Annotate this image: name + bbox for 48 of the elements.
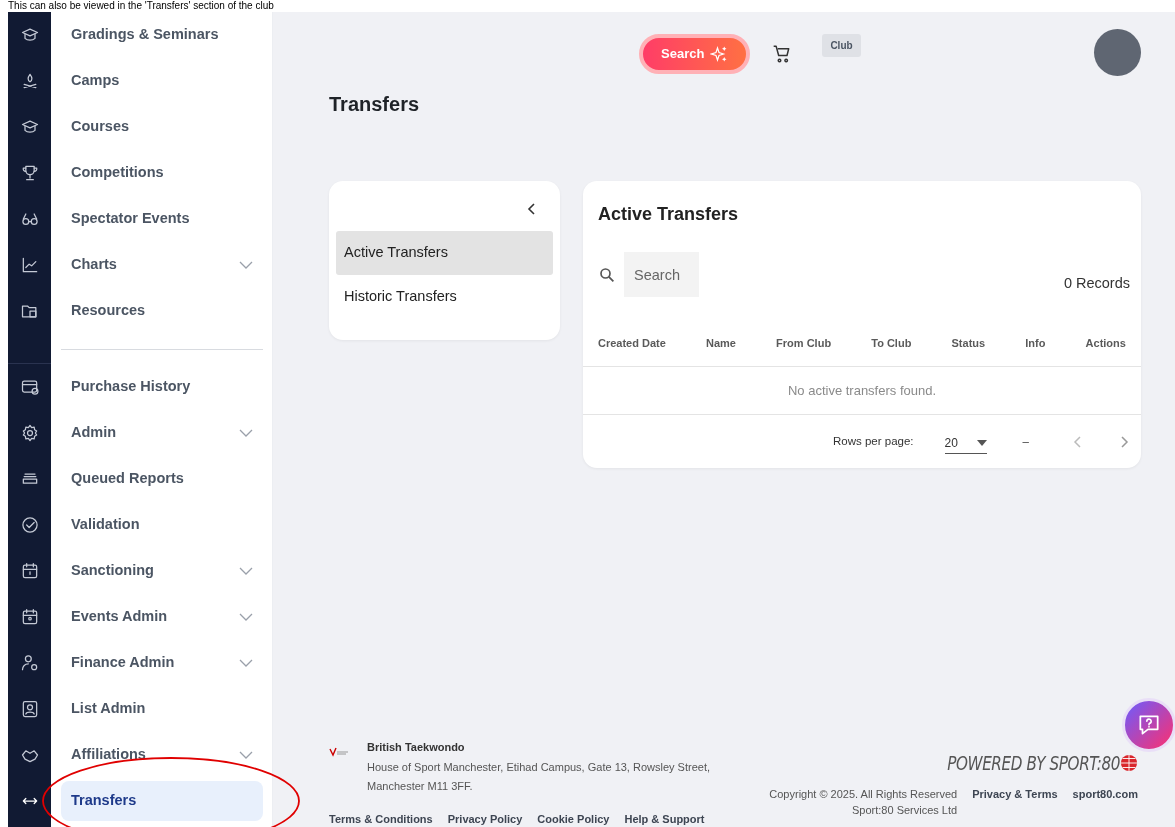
address-line: Manchester M11 3FF. <box>367 779 474 794</box>
column-header: To Club <box>870 336 913 351</box>
column-header: From Club <box>775 336 833 351</box>
sidebar-item[interactable]: Admin <box>61 410 263 456</box>
records-count: 0 Records <box>1063 273 1130 293</box>
footer-link[interactable]: Help & Support <box>624 810 705 827</box>
footer-link[interactable]: Cookie Policy <box>537 810 610 827</box>
sidebar-item[interactable]: Validation <box>61 502 263 548</box>
sidebar-item[interactable]: Charts <box>61 242 263 288</box>
sidebar-item[interactable]: Affiliations <box>61 732 263 778</box>
empty-message: No active transfers found. <box>583 365 1141 415</box>
sidebar-item[interactable]: Camps <box>61 58 263 104</box>
sidebar-item[interactable]: Courses <box>61 104 263 150</box>
sidebar-item[interactable]: Events Admin <box>61 594 263 640</box>
page-range: – <box>1022 433 1029 449</box>
search-field[interactable]: Search <box>624 252 699 297</box>
address-line: House of Sport Manchester, Etihad Campus, Gate 13, Rowsley Street, <box>367 759 710 775</box>
company-name: Sport:80 Services Ltd <box>851 803 958 818</box>
sidebar-item[interactable]: Competitions <box>61 150 263 196</box>
sidebar-item[interactable]: Spectator Events <box>61 196 263 242</box>
footer-link[interactable]: Privacy Policy <box>447 810 523 827</box>
column-header: Name <box>705 336 737 351</box>
submenu-item[interactable]: Active Transfers <box>336 231 553 275</box>
card-title: Active Transfers <box>597 203 740 226</box>
column-header: Info <box>1024 336 1047 351</box>
sidebar-item[interactable]: Finance Admin <box>61 640 263 686</box>
page-title: Transfers <box>329 92 421 116</box>
sidebar-item[interactable]: Sanctioning <box>61 548 263 594</box>
sidebar-item[interactable]: Purchase History <box>61 364 263 410</box>
sidebar-item[interactable]: Queued Reports <box>61 456 263 502</box>
caption-text: This can also be viewed in the 'Transfers' section of the club <box>8 0 274 12</box>
sidebar-item[interactable]: Gradings & Seminars <box>61 12 263 58</box>
club-badge: Club <box>822 34 861 57</box>
column-header: Actions <box>1084 336 1127 351</box>
sidebar-item[interactable]: Resources <box>61 288 263 334</box>
submenu-item[interactable]: Historic Transfers <box>336 275 553 319</box>
organization-name: British Taekwondo <box>367 740 466 755</box>
footer-link[interactable]: sport80.com <box>1072 785 1138 819</box>
rows-per-page-label: Rows per page: <box>833 433 914 449</box>
powered-by-logo: POWERED BY SPORT:80 <box>947 751 1120 776</box>
footer-link[interactable]: Terms & Conditions <box>329 810 433 827</box>
sidebar-item[interactable]: List Admin <box>61 686 263 732</box>
column-header: Status <box>950 336 987 351</box>
rows-per-page-select[interactable]: 20 <box>944 429 987 454</box>
sidebar-item[interactable]: Transfers <box>61 781 263 821</box>
footer-link[interactable]: Privacy & Terms <box>972 785 1058 819</box>
copyright-text: Copyright © 2025. All Rights Reserved <box>769 786 958 802</box>
column-header: Created Date <box>597 336 667 351</box>
